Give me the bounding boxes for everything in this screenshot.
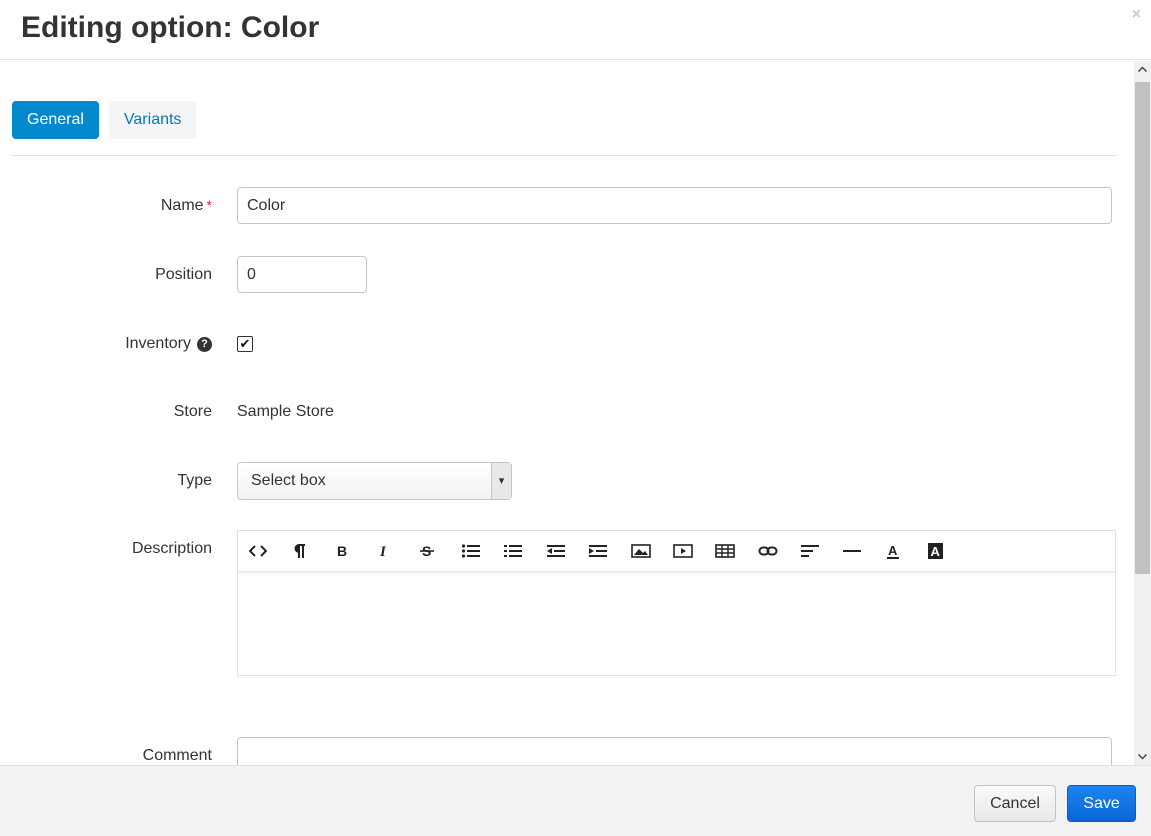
- editor-toolbar: B I S A A: [238, 531, 1115, 572]
- font-color-icon[interactable]: A: [885, 541, 927, 561]
- paragraph-icon[interactable]: [291, 541, 333, 561]
- outdent-icon[interactable]: [546, 541, 588, 561]
- cancel-button[interactable]: Cancel: [974, 785, 1056, 822]
- svg-text:A: A: [888, 543, 898, 558]
- inventory-label: Inventory?: [125, 335, 212, 353]
- unordered-list-icon[interactable]: [461, 541, 503, 561]
- vertical-scrollbar[interactable]: [1134, 61, 1151, 765]
- description-label: Description: [131, 540, 212, 557]
- help-icon[interactable]: ?: [197, 337, 212, 352]
- store-value: Sample Store: [237, 403, 334, 420]
- svg-text:I: I: [379, 544, 387, 560]
- dialog-header: Editing option: Color ×: [0, 0, 1151, 60]
- bold-icon[interactable]: B: [334, 541, 376, 561]
- table-icon[interactable]: [715, 541, 757, 561]
- scroll-down-icon[interactable]: [1134, 748, 1151, 765]
- name-label: Name *: [160, 197, 212, 214]
- tab-bar: General Variants: [12, 101, 197, 139]
- name-input[interactable]: Color: [237, 187, 1112, 224]
- close-button[interactable]: ×: [1132, 6, 1141, 24]
- link-icon[interactable]: [758, 541, 800, 561]
- type-select[interactable]: Select box ▾: [237, 462, 512, 500]
- save-button[interactable]: Save: [1067, 785, 1136, 822]
- description-editor: B I S A A: [237, 530, 1116, 676]
- video-icon[interactable]: [673, 541, 715, 561]
- required-mark: *: [206, 197, 212, 213]
- type-label: Type: [177, 472, 212, 489]
- description-textarea[interactable]: [238, 572, 1115, 676]
- ordered-list-icon[interactable]: [503, 541, 545, 561]
- inventory-checkbox[interactable]: ✔: [237, 336, 253, 352]
- comment-input[interactable]: [237, 737, 1112, 765]
- position-label: Position: [155, 266, 212, 283]
- type-selected-value: Select box: [251, 472, 326, 489]
- horizontal-rule-icon[interactable]: [842, 541, 884, 561]
- comment-label: Comment: [142, 747, 212, 764]
- tabs-divider: [12, 155, 1116, 156]
- dialog-body: General Variants Name * Color Position 0 …: [0, 61, 1134, 765]
- svg-text:B: B: [337, 543, 347, 559]
- image-icon[interactable]: [630, 541, 673, 561]
- position-input[interactable]: 0: [237, 256, 367, 293]
- tab-general[interactable]: General: [12, 101, 99, 139]
- strikethrough-icon[interactable]: S: [419, 541, 461, 561]
- dialog-title: Editing option: Color: [21, 11, 320, 44]
- scroll-up-icon[interactable]: [1134, 61, 1151, 78]
- dialog-footer: Cancel Save: [0, 765, 1151, 836]
- store-label: Store: [173, 403, 212, 420]
- italic-icon[interactable]: I: [376, 541, 418, 561]
- svg-text:A: A: [931, 544, 941, 559]
- background-color-icon[interactable]: A: [927, 541, 969, 561]
- indent-icon[interactable]: [588, 541, 630, 561]
- tab-variants[interactable]: Variants: [108, 101, 197, 139]
- html-code-icon[interactable]: [249, 541, 291, 561]
- chevron-down-icon: ▾: [491, 463, 511, 499]
- align-icon[interactable]: [800, 541, 842, 561]
- scroll-thumb[interactable]: [1135, 82, 1150, 574]
